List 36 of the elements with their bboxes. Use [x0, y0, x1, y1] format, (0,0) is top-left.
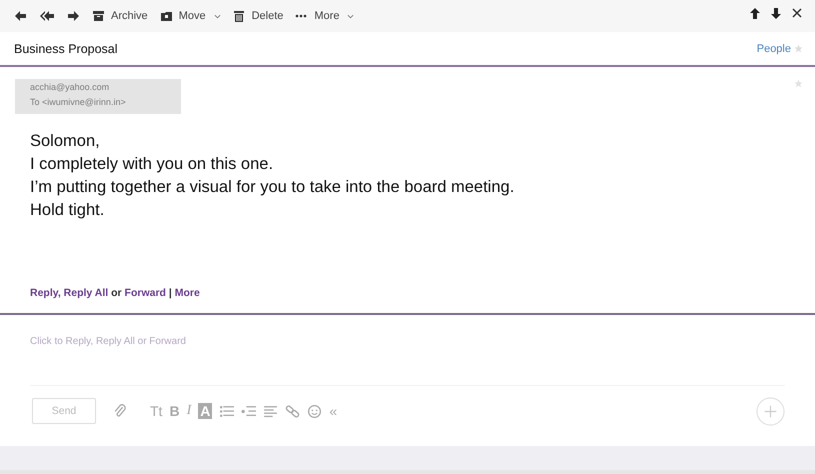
body-line: I completely with you on this one.	[30, 154, 274, 175]
reply-link[interactable]: Reply,	[30, 287, 61, 299]
paperclip-icon[interactable]	[113, 404, 128, 418]
forward-arrow-icon[interactable]	[66, 10, 80, 22]
more-button[interactable]: More	[295, 10, 354, 22]
reply-link[interactable]: More	[174, 287, 200, 299]
close-icon[interactable]	[791, 7, 803, 20]
down-arrow-icon[interactable]	[770, 7, 782, 20]
align-left-icon[interactable]	[263, 404, 278, 418]
to-label: To	[30, 97, 40, 107]
star-icon[interactable]	[794, 79, 803, 88]
reply-link[interactable]: Forward	[124, 287, 166, 299]
list-icon[interactable]	[219, 404, 234, 418]
reply-all-icon[interactable]	[40, 10, 54, 22]
subject-title: Business Proposal	[14, 42, 119, 56]
reply-link[interactable]: Reply All	[64, 287, 108, 299]
people-link[interactable]: People	[756, 42, 791, 54]
star-icon[interactable]	[794, 44, 803, 53]
folder-icon	[160, 10, 174, 22]
reply-actions: Reply, Reply All or Forward | More	[30, 287, 201, 299]
body-line: I’m putting together a visual for you to take into the board meeting.	[30, 177, 516, 198]
up-arrow-icon[interactable]	[749, 7, 761, 20]
body-line: Hold tight.	[30, 200, 106, 221]
chain-link-icon[interactable]	[285, 404, 300, 418]
smiley-icon[interactable]	[307, 404, 322, 418]
archive-box-icon	[92, 10, 106, 22]
trash-icon	[232, 10, 247, 22]
sender-address: acchia@yahoo.com	[30, 82, 110, 92]
reply-arrow-icon[interactable]	[14, 10, 28, 22]
move-button[interactable]: Move	[160, 10, 221, 22]
add-circle-icon[interactable]	[756, 396, 785, 426]
archive-button[interactable]: Archive	[92, 10, 148, 22]
indent-list-icon[interactable]	[241, 404, 256, 418]
delete-button[interactable]: Delete	[232, 10, 284, 22]
recipient-address: <iwumivne@irinn.in>	[42, 97, 126, 107]
body-line: Solomon,	[30, 131, 101, 152]
